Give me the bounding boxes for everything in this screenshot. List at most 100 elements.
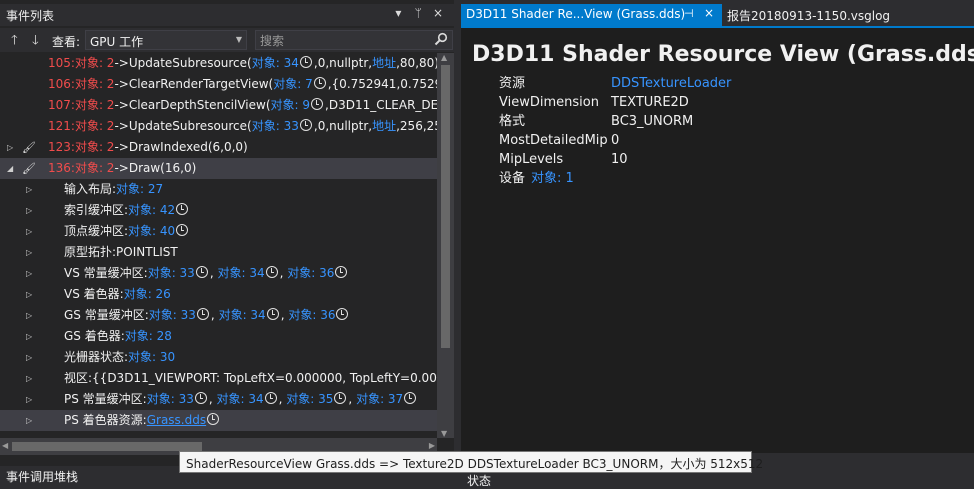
history-icon[interactable] [299, 119, 312, 131]
history-icon[interactable] [311, 98, 324, 110]
history-icon[interactable] [265, 266, 278, 278]
object-link[interactable]: 对象: 33 [147, 392, 194, 406]
history-icon[interactable] [299, 56, 312, 68]
scrollbar-thumb-horizontal[interactable] [12, 442, 202, 451]
object-link[interactable]: 对象: 7 [273, 77, 313, 91]
history-icon[interactable] [404, 392, 417, 404]
object-link[interactable]: 对象: 42 [128, 203, 175, 217]
event-row[interactable]: 107:对象: 2->ClearDepthStencilView(对象: 9 ,D… [0, 95, 437, 116]
property-link[interactable]: DDSTextureLoader [611, 74, 731, 93]
expand-arrow-icon[interactable]: ▷ [26, 200, 32, 221]
scroll-down-icon[interactable]: ▼ [441, 429, 447, 438]
expand-arrow-icon[interactable]: ▷ [26, 410, 32, 431]
history-icon[interactable] [207, 413, 220, 425]
arrow-up-icon[interactable]: 🡑 [11, 31, 18, 53]
history-icon[interactable] [313, 77, 326, 89]
expand-arrow-icon[interactable]: ▷ [26, 179, 32, 200]
history-icon[interactable] [196, 308, 209, 320]
row-text: 顶点缓冲区: [64, 224, 129, 238]
expand-arrow-icon[interactable]: ▷ [26, 263, 32, 284]
draw-child-row[interactable]: ▷ 视区:{{D3D11_VIEWPORT: TopLeftX=0.000000,… [0, 368, 437, 389]
draw-child-row[interactable]: ▷ 输入布局:对象: 27 [0, 179, 437, 200]
event-row[interactable]: ◢ 🖌 136:对象: 2->Draw(16,0) [0, 158, 437, 179]
object-link[interactable]: 地址 [372, 56, 396, 70]
draw-child-row[interactable]: ▷ 索引缓冲区:对象: 42 [0, 200, 437, 221]
history-icon[interactable] [336, 308, 349, 320]
expand-arrow-icon[interactable]: ▷ [26, 389, 32, 410]
draw-child-row[interactable]: ▷ PS 着色器资源:Grass.dds [0, 410, 437, 431]
expand-arrow-icon[interactable]: ▷ [26, 221, 32, 242]
search-icon[interactable] [434, 32, 448, 49]
scroll-up-icon[interactable]: ▲ [441, 53, 447, 62]
expand-arrow-icon[interactable]: ◢ [7, 158, 13, 179]
tab-shader-resource-view[interactable]: D3D11 Shader Re...View (Grass.dds) ⊣ × [461, 4, 722, 26]
expand-arrow-icon[interactable]: ▷ [26, 242, 32, 263]
history-icon[interactable] [335, 266, 348, 278]
search-input[interactable] [258, 31, 432, 51]
close-icon[interactable]: × [430, 6, 446, 20]
object-link[interactable]: 对象: 33 [148, 266, 195, 280]
tab-close-icon[interactable]: × [704, 6, 714, 20]
draw-child-row[interactable]: ▷ 顶点缓冲区:对象: 40 [0, 221, 437, 242]
arrow-down-icon[interactable]: 🡓 [32, 31, 39, 53]
draw-child-text: GS 常量缓冲区:对象: 33, 对象: 34, 对象: 36 [64, 305, 350, 326]
panel-splitter[interactable] [454, 0, 461, 485]
object-link[interactable]: 对象: 9 [271, 98, 311, 112]
property-key: 格式 [499, 114, 526, 129]
expand-arrow-icon[interactable]: ▷ [26, 347, 32, 368]
draw-child-row[interactable]: ▷ 原型拓扑:POINTLIST [0, 242, 437, 263]
draw-child-row[interactable]: ▷ VS 常量缓冲区:对象: 33, 对象: 34, 对象: 36 [0, 263, 437, 284]
history-icon[interactable] [266, 308, 279, 320]
dropdown-icon[interactable]: ▾ [390, 6, 406, 20]
object-link[interactable]: 对象: 33 [252, 119, 299, 133]
tab-report-vsglog[interactable]: 报告20180913-1150.vsglog [727, 7, 890, 24]
object-link[interactable]: 对象: 35 [286, 392, 333, 406]
object-link[interactable]: 对象: 36 [287, 266, 334, 280]
expand-arrow-icon[interactable]: ▷ [7, 137, 13, 158]
history-icon[interactable] [195, 266, 208, 278]
property-link[interactable]: 对象: 1 [531, 171, 574, 186]
object-link[interactable]: 对象: 30 [128, 350, 175, 364]
draw-child-row[interactable]: ▷ PS 常量缓冲区:对象: 33, 对象: 34, 对象: 35, 对象: 37 [0, 389, 437, 410]
vertical-scrollbar[interactable]: ▲ ▼ [437, 53, 454, 438]
expand-arrow-icon[interactable]: ▷ [26, 326, 32, 347]
object-link[interactable]: 对象: 34 [219, 308, 266, 322]
expand-arrow-icon[interactable]: ▷ [26, 284, 32, 305]
object-link[interactable]: 对象: 34 [217, 266, 264, 280]
object-link[interactable]: 对象: 28 [125, 329, 172, 343]
object-link[interactable]: 对象: 34 [217, 392, 264, 406]
object-link[interactable]: 地址 [372, 119, 396, 133]
history-icon[interactable] [176, 224, 189, 236]
object-link[interactable]: 对象: 37 [356, 392, 403, 406]
event-row[interactable]: ▷ 🖌 123:对象: 2->DrawIndexed(6,0,0) [0, 137, 437, 158]
object-link[interactable]: Grass.dds [147, 413, 206, 427]
draw-child-row[interactable]: ▷ GS 常量缓冲区:对象: 33, 对象: 34, 对象: 36 [0, 305, 437, 326]
draw-child-row[interactable]: ▷ 光栅器状态:对象: 30 [0, 347, 437, 368]
object-link[interactable]: 对象: 34 [252, 56, 299, 70]
object-link[interactable]: 对象: 27 [116, 182, 163, 196]
expand-arrow-icon[interactable]: ▷ [26, 305, 32, 326]
view-select[interactable]: GPU 工作 ▼ [85, 30, 247, 50]
property-row: 格式 BC3_UNORM [499, 112, 969, 131]
draw-child-row[interactable]: ▷ VS 着色器:对象: 26 [0, 284, 437, 305]
history-icon[interactable] [334, 392, 347, 404]
scrollbar-thumb[interactable] [441, 65, 450, 348]
pin-icon[interactable]: ᛘ [410, 6, 426, 20]
event-row[interactable]: 106:对象: 2->ClearRenderTargetView(对象: 7 ,{… [0, 74, 437, 95]
object-link[interactable]: 对象: 36 [288, 308, 335, 322]
tab-pin-icon[interactable]: ⊣ [684, 7, 694, 20]
search-box[interactable] [255, 30, 453, 51]
event-row[interactable]: 105:对象: 2->UpdateSubresource(对象: 34 ,0,nu… [0, 53, 437, 74]
object-link[interactable]: 对象: 26 [124, 287, 171, 301]
scroll-right-icon[interactable]: ▶ [429, 441, 435, 450]
object-link[interactable]: 对象: 40 [128, 224, 175, 238]
object-link[interactable]: 对象: 33 [149, 308, 196, 322]
scroll-left-icon[interactable]: ◀ [2, 441, 8, 450]
history-icon[interactable] [176, 203, 189, 215]
event-row[interactable]: 121:对象: 2->UpdateSubresource(对象: 33 ,0,nu… [0, 116, 437, 137]
row-text: 光栅器状态: [64, 350, 129, 364]
history-icon[interactable] [264, 392, 277, 404]
draw-child-row[interactable]: ▷ GS 着色器:对象: 28 [0, 326, 437, 347]
expand-arrow-icon[interactable]: ▷ [26, 368, 32, 389]
history-icon[interactable] [194, 392, 207, 404]
